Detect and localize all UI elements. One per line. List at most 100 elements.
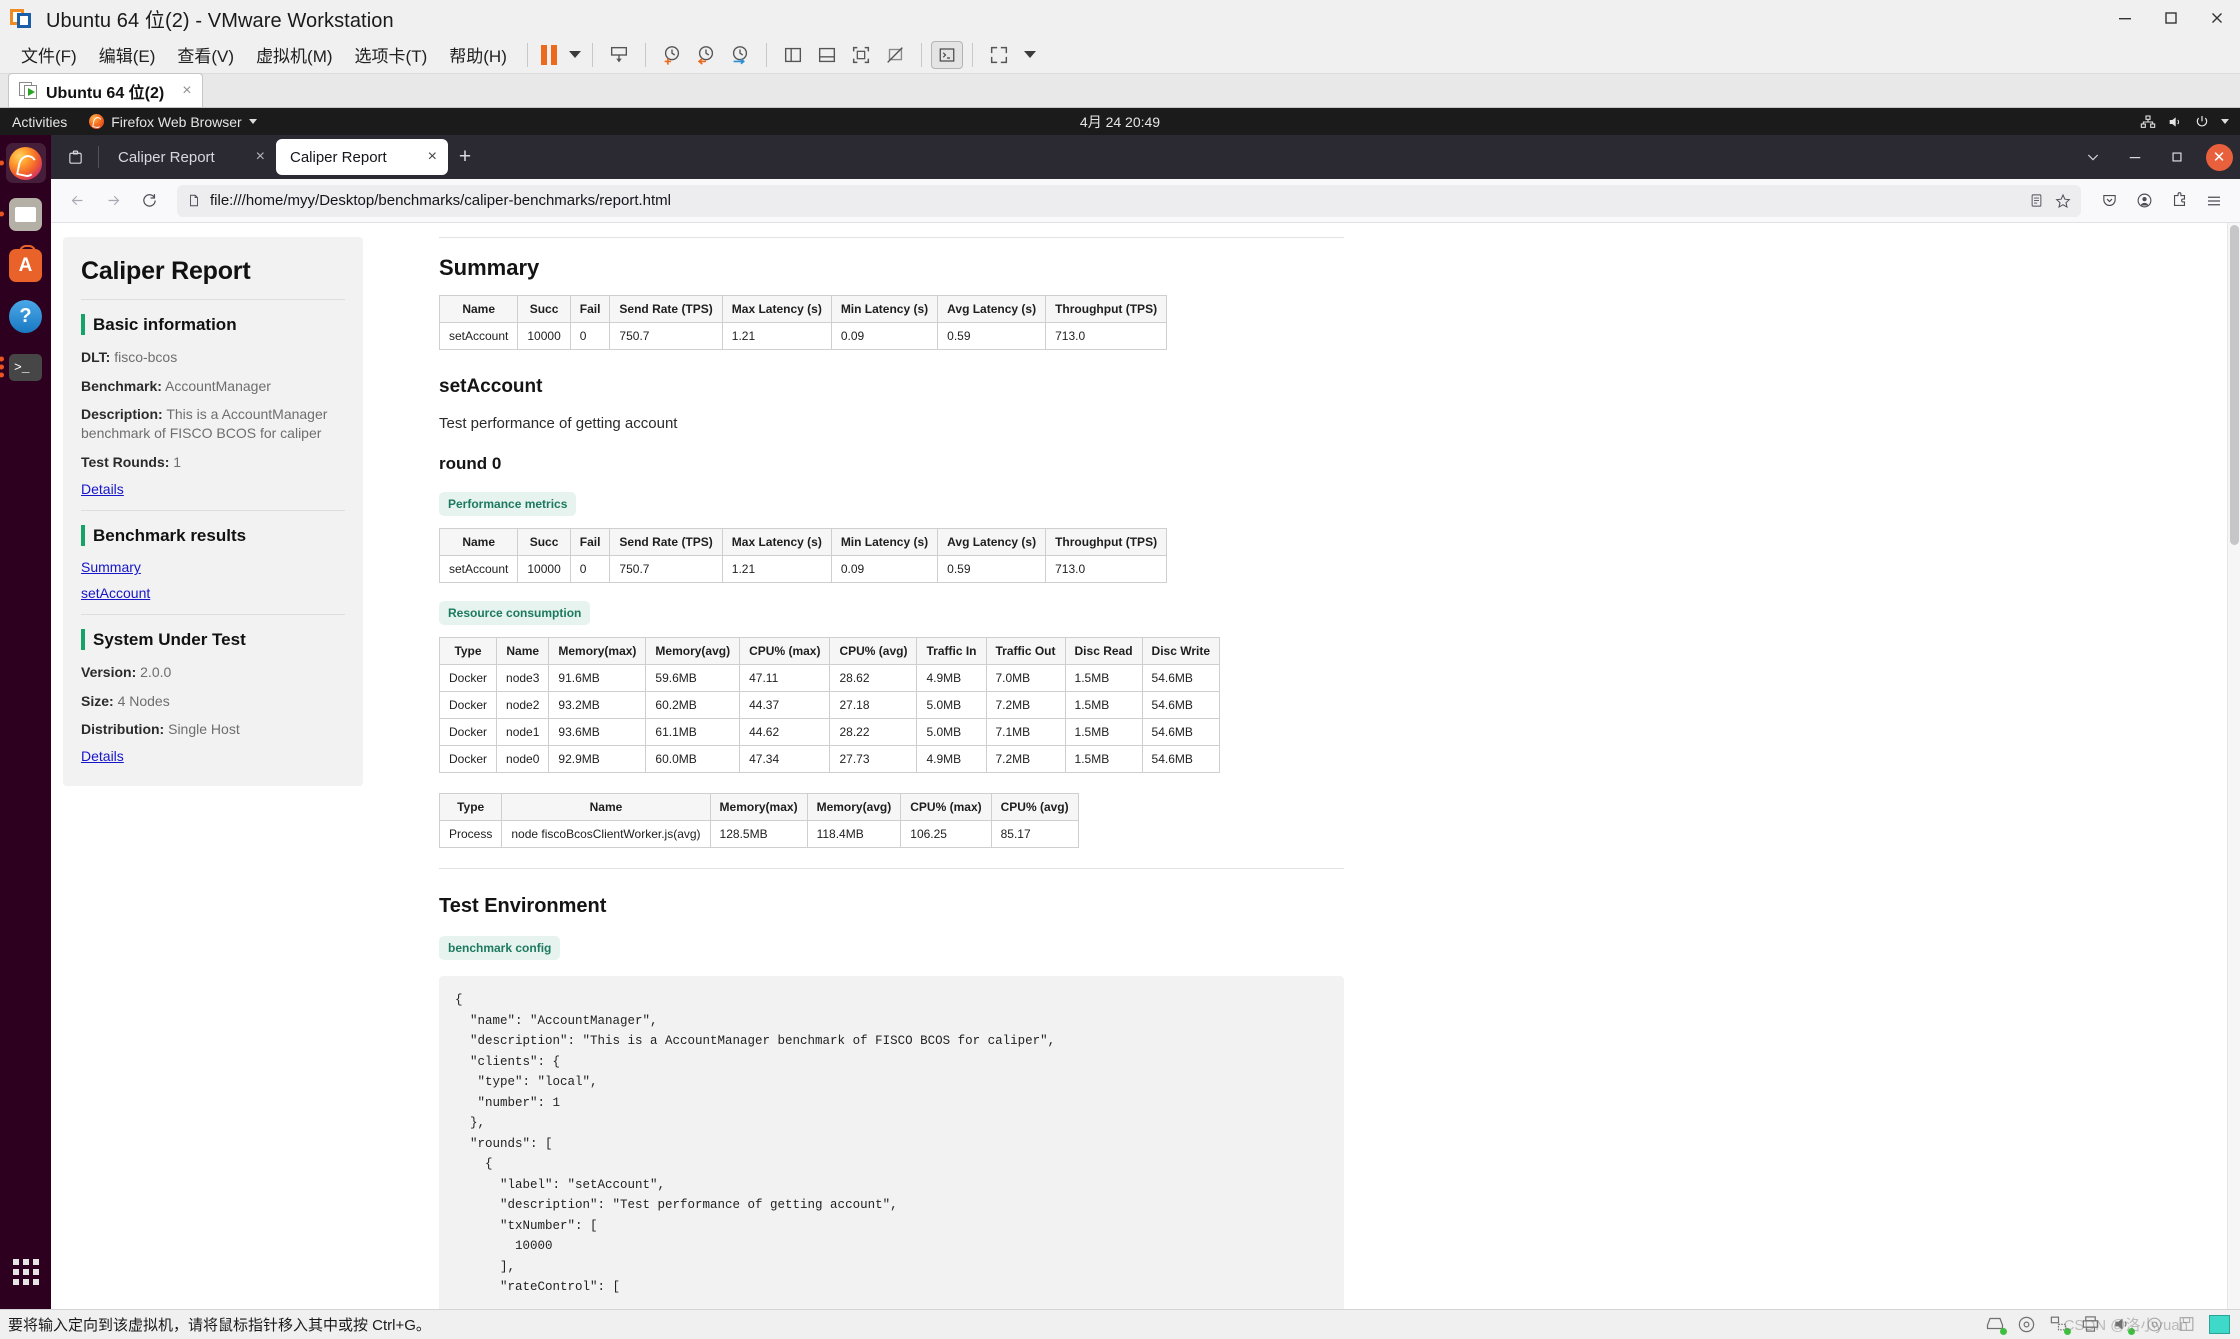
stretch-view-button[interactable]: [982, 40, 1016, 70]
table-row: Docker node2 93.2MB 60.2MB 44.37 27.18 5.0MB 7.…: [438, 691, 1221, 719]
activities-button[interactable]: Activities: [0, 114, 81, 130]
hamburger-menu-button[interactable]: [2198, 185, 2230, 217]
scrollbar-thumb[interactable]: [2230, 225, 2239, 545]
menu-tabs[interactable]: 选项卡(T): [344, 38, 439, 71]
page-scrollbar[interactable]: [2227, 223, 2240, 1309]
show-applications-icon[interactable]: [12, 1259, 39, 1285]
firefox-nav-bar: file:///home/myy/Desktop/benchmarks/cali…: [51, 179, 2240, 223]
gnome-system-menu[interactable]: [2140, 114, 2240, 130]
table-cell: 10000: [517, 555, 571, 583]
firefox-restore-button[interactable]: [2156, 135, 2198, 179]
stretch-view-dropdown[interactable]: [1016, 40, 1038, 70]
network-adapter-icon[interactable]: [2049, 1315, 2071, 1335]
full-screen-button[interactable]: [844, 40, 878, 70]
usb-icon[interactable]: [2145, 1315, 2167, 1335]
menu-help[interactable]: 帮助(H): [438, 38, 518, 71]
back-button[interactable]: [61, 185, 93, 217]
column-header: Succ: [517, 528, 571, 556]
link-sut-details[interactable]: Details: [81, 748, 345, 764]
power-dropdown[interactable]: [561, 40, 583, 70]
url-bar[interactable]: file:///home/myy/Desktop/benchmarks/cali…: [177, 184, 2081, 217]
sidebar-heading-benchmark-results: Benchmark results: [81, 524, 345, 547]
sound-card-icon[interactable]: [2113, 1315, 2135, 1335]
unity-mode-button[interactable]: [878, 40, 912, 70]
running-indicator: [0, 211, 4, 217]
star-icon[interactable]: [2055, 193, 2071, 209]
dock-item-firefox[interactable]: [0, 143, 46, 183]
new-tab-button[interactable]: +: [448, 140, 482, 174]
table-cell: 1.5MB: [1064, 691, 1143, 719]
vmware-close-button[interactable]: [2194, 0, 2240, 36]
snapshot-manager-button[interactable]: [723, 40, 757, 70]
summary-table: Name Succ Fail Send Rate (TPS) Max Latency (…: [438, 295, 1168, 350]
table-cell: Process: [438, 820, 503, 848]
reload-button[interactable]: [133, 185, 165, 217]
suspend-button[interactable]: [537, 40, 561, 70]
menu-file[interactable]: 文件(F): [10, 38, 88, 71]
pocket-icon: [2102, 194, 2116, 206]
vmware-minimize-button[interactable]: [2102, 0, 2148, 36]
chevron-down-icon: [248, 119, 257, 124]
network-icon: [2140, 114, 2156, 128]
panel-bottom-icon: [818, 47, 835, 62]
firefox-tab-2[interactable]: Caliper Report ×: [276, 139, 448, 175]
table-cell: 47.34: [739, 745, 831, 773]
column-header: Avg Latency (s): [937, 295, 1047, 323]
table-cell: 7.2MB: [985, 745, 1066, 773]
table-cell: 7.2MB: [985, 691, 1066, 719]
vm-tab-close-icon[interactable]: ×: [182, 82, 191, 100]
dock-item-software[interactable]: A: [6, 244, 46, 285]
field-label: Description:: [81, 405, 163, 422]
table-row: Docker node1 93.6MB 61.1MB 44.62 28.22 5.0MB 7.…: [438, 718, 1221, 746]
reader-mode-icon[interactable]: [2029, 193, 2044, 208]
table-cell: 5.0MB: [916, 691, 987, 719]
document-icon: [190, 194, 198, 207]
field-dlt: DLT: fisco-bcos: [81, 348, 345, 367]
display-icon[interactable]: [2209, 1314, 2232, 1335]
cd-dvd-icon[interactable]: [2017, 1315, 2039, 1335]
pocket-button[interactable]: [2093, 185, 2125, 217]
console-view-button[interactable]: [930, 40, 963, 69]
show-thumbnail-bar-button[interactable]: [810, 40, 844, 70]
column-header: Type: [438, 637, 498, 665]
vm-tab-ubuntu[interactable]: Ubuntu 64 位(2) ×: [8, 73, 203, 107]
link-summary[interactable]: Summary: [81, 559, 345, 575]
gnome-clock[interactable]: 4月 24 20:49: [0, 112, 2240, 132]
table-cell: 0.59: [937, 555, 1047, 583]
forward-button[interactable]: [97, 185, 129, 217]
table-cell: 4.9MB: [916, 664, 987, 692]
close-icon[interactable]: ×: [425, 148, 440, 166]
tab-overflow-chevron-icon[interactable]: [2072, 135, 2114, 179]
vmware-maximize-button[interactable]: [2148, 0, 2194, 36]
firefox-tab-1[interactable]: Caliper Report ×: [104, 139, 276, 175]
table-cell: node2: [496, 691, 550, 719]
list-all-tabs-icon[interactable]: [57, 139, 93, 175]
table-cell: 60.0MB: [645, 745, 741, 773]
dock-item-terminal[interactable]: >_: [0, 347, 46, 387]
hard-disk-icon[interactable]: [1985, 1315, 2007, 1335]
dock-item-files[interactable]: [0, 194, 46, 234]
menu-view[interactable]: 查看(V): [166, 38, 245, 71]
link-basic-details[interactable]: Details: [81, 481, 345, 497]
app-menu-firefox[interactable]: Firefox Web Browser: [81, 114, 264, 130]
firefox-minimize-button[interactable]: [2114, 135, 2156, 179]
show-library-button[interactable]: [776, 40, 810, 70]
link-setaccount[interactable]: setAccount: [81, 585, 345, 601]
take-snapshot-button[interactable]: [655, 40, 689, 70]
field-size: Size: 4 Nodes: [81, 692, 345, 711]
menu-vm[interactable]: 虚拟机(M): [245, 38, 343, 71]
revert-snapshot-button[interactable]: [689, 40, 723, 70]
floppy-icon[interactable]: [2177, 1315, 2199, 1335]
account-button[interactable]: [2128, 185, 2160, 217]
dock-item-help[interactable]: ?: [6, 296, 46, 336]
printer-icon[interactable]: [2081, 1315, 2103, 1335]
pause-icon: [540, 44, 557, 65]
field-description: Description: This is a AccountManager be…: [81, 405, 345, 444]
activity-indicator: [2128, 1327, 2135, 1335]
extensions-button[interactable]: [2163, 185, 2195, 217]
send-ctrl-alt-del-button[interactable]: [602, 40, 636, 70]
menu-edit[interactable]: 编辑(E): [88, 38, 167, 71]
firefox-close-button[interactable]: ✕: [2198, 135, 2240, 179]
close-icon[interactable]: ×: [253, 148, 268, 166]
column-header: Fail: [569, 295, 611, 323]
